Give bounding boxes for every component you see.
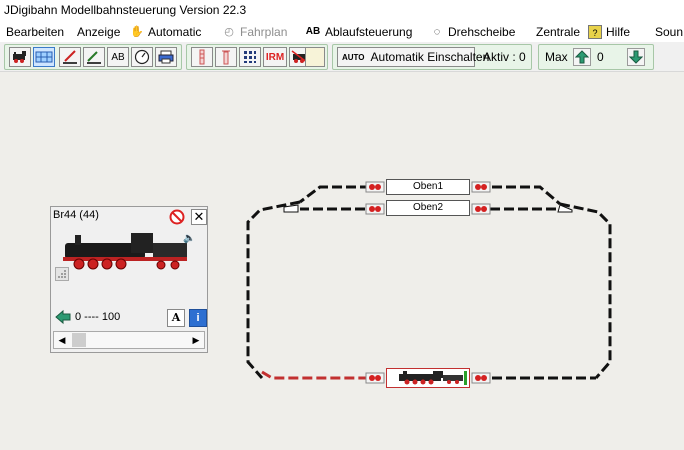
arrow-up-icon (575, 50, 589, 64)
signal-off-button[interactable] (191, 47, 213, 67)
speed-scrollbar[interactable]: ◀ ▶ (53, 331, 205, 349)
ab-icon: AB (305, 26, 321, 37)
direction-left-icon[interactable] (55, 309, 71, 325)
printer-icon (158, 50, 174, 64)
clock-icon: ◴ (224, 26, 234, 38)
signal-icon (199, 49, 205, 65)
locomotive-icon (13, 51, 26, 63)
block-oben2[interactable]: Oben2 (386, 200, 470, 216)
auto-icon: AUTO (342, 52, 365, 62)
horn-icon[interactable]: 🔈 (183, 233, 195, 244)
window-title: JDigibahn Modellbahnsteuerung Version 22… (0, 0, 684, 22)
scroll-thumb[interactable] (72, 333, 86, 347)
edit-track-button[interactable] (59, 47, 81, 67)
gauge-button[interactable] (131, 47, 153, 67)
track-grid-button[interactable] (33, 47, 55, 67)
scroll-right-icon[interactable]: ▶ (188, 332, 204, 348)
gauge-icon (134, 49, 150, 65)
menu-zentrale[interactable]: Zentrale (536, 24, 580, 40)
toolbar-group-view: AB (4, 44, 182, 70)
menu-sound[interactable]: Soun (655, 24, 683, 40)
max-value: 0 (597, 50, 604, 64)
menu-anzeige[interactable]: Anzeige (77, 24, 120, 40)
info-button[interactable]: i (189, 309, 207, 327)
aktiv-counter: Aktiv : 0 (483, 50, 526, 64)
speed-row: 0 ---- 100 A i (55, 309, 207, 327)
menu-ablaufsteuerung[interactable]: AB Ablaufsteuerung (305, 24, 413, 40)
dots-grid-button[interactable] (239, 47, 261, 67)
menu-bearbeiten[interactable]: Bearbeiten (6, 24, 64, 40)
toolbar-group-tools: IRM (186, 44, 328, 70)
signal-up-icon (222, 50, 230, 65)
toolbar: AB IRM AUTO Automatik Einschalten Aktiv … (0, 42, 684, 72)
arrow-down-icon (629, 50, 643, 64)
block-oben1[interactable]: Oben1 (386, 179, 470, 195)
max-up-button[interactable] (573, 48, 591, 66)
irm-button[interactable]: IRM (263, 47, 287, 67)
track-layout-canvas[interactable]: Oben1 Oben2 Br44 (44) ✕ 🔈 0 ---- 100 A i… (0, 72, 684, 450)
dots-grid-icon (244, 51, 256, 63)
printer-button[interactable] (155, 47, 177, 67)
draw-track-button[interactable] (83, 47, 105, 67)
menu-drehscheibe[interactable]: ◌ Drehscheibe (430, 24, 516, 40)
turntable-icon: ◌ (433, 26, 441, 38)
locomotive-photo (63, 233, 187, 270)
signal-up-button[interactable] (215, 47, 237, 67)
grid-icon (35, 51, 53, 63)
ab-button[interactable]: AB (107, 47, 129, 67)
stop-icon[interactable] (169, 209, 185, 225)
speed-range: 0 ---- 100 (75, 311, 121, 323)
locomotive-button[interactable] (9, 47, 31, 67)
automatic-hand-icon: ✋ (130, 26, 144, 38)
scroll-left-icon[interactable]: ◀ (54, 332, 70, 348)
automatik-einschalten-button[interactable]: AUTO Automatik Einschalten (337, 47, 489, 67)
locomotive-thumbnail-icon (399, 371, 463, 385)
menu-automatic[interactable]: ✋ Automatic (130, 24, 201, 40)
block-occupied[interactable] (386, 368, 470, 388)
menu-hilfe[interactable]: ? Hilfe (588, 24, 630, 40)
function-a-button[interactable]: A (167, 309, 185, 327)
toolbar-group-automatic: AUTO Automatik Einschalten Aktiv : 0 (332, 44, 532, 70)
help-book-icon: ? (588, 25, 602, 39)
menu-bar: Bearbeiten Anzeige ✋ Automatic ◴ Fahrpla… (0, 22, 684, 42)
pencil-icon (63, 50, 77, 64)
menu-fahrplan[interactable]: ◴ Fahrplan (222, 24, 287, 40)
loco-name: Br44 (44) (53, 209, 99, 221)
close-icon[interactable]: ✕ (191, 209, 207, 225)
draw-icon (87, 51, 101, 64)
occupied-indicator (464, 371, 467, 385)
empty-tool-button[interactable] (305, 47, 325, 67)
occupied-track (261, 370, 380, 380)
toolbar-group-max: Max 0 (538, 44, 654, 70)
max-down-button[interactable] (627, 48, 645, 66)
drag-grip-icon[interactable] (55, 267, 69, 281)
max-label: Max (545, 50, 568, 64)
loco-control-panel: Br44 (44) ✕ 🔈 0 ---- 100 A i ◀ ▶ (50, 206, 208, 353)
